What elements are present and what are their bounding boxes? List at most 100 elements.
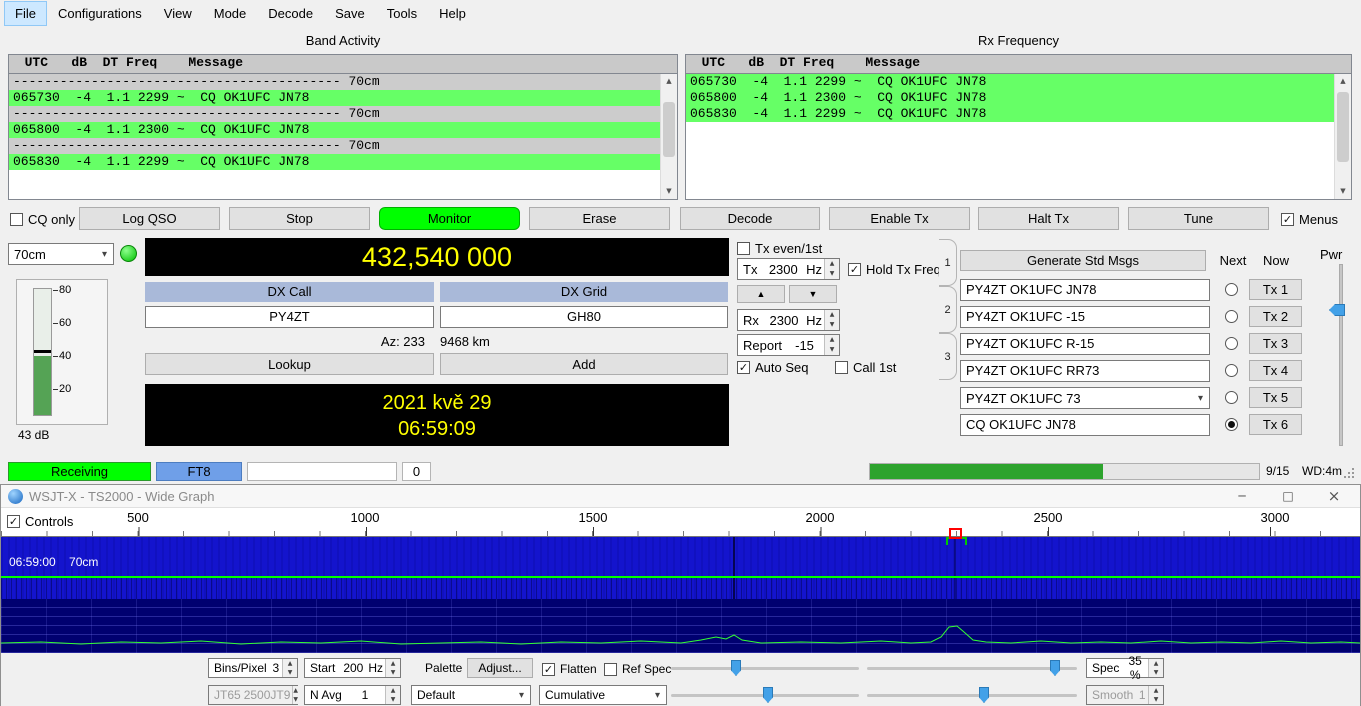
- spin-up-icon[interactable]: ▲: [386, 659, 400, 668]
- erase-button[interactable]: Erase: [529, 207, 670, 230]
- log-qso-button[interactable]: Log QSO: [79, 207, 220, 230]
- monitor-button[interactable]: Monitor: [379, 207, 520, 230]
- lookup-button[interactable]: Lookup: [145, 353, 434, 375]
- spin-up-icon[interactable]: ▲: [386, 686, 400, 695]
- flatten-checkbox[interactable]: ✓ Flatten: [542, 661, 597, 677]
- tx3-button[interactable]: Tx 3: [1249, 333, 1302, 354]
- scroll-down-icon[interactable]: ▼: [1335, 184, 1351, 199]
- slider-handle[interactable]: [763, 687, 773, 703]
- tx3-radio[interactable]: [1225, 337, 1238, 350]
- decode-button[interactable]: Decode: [680, 207, 820, 230]
- display-mode-select[interactable]: Cumulative ▾: [539, 685, 667, 705]
- freq-down-button[interactable]: ▼: [789, 285, 837, 303]
- close-icon[interactable]: ×: [1312, 485, 1356, 507]
- adjust-button[interactable]: Adjust...: [467, 658, 533, 678]
- spec-spinner[interactable]: Spec 35 % ▲ ▼: [1086, 658, 1164, 678]
- spec-zero-slider[interactable]: [867, 694, 1077, 697]
- tx2-message-input[interactable]: PY4ZT OK1UFC -15: [960, 306, 1210, 328]
- maximize-icon[interactable]: □: [1266, 485, 1310, 507]
- tx2-radio[interactable]: [1225, 310, 1238, 323]
- palette-select[interactable]: Default ▾: [411, 685, 531, 705]
- freq-up-button[interactable]: ▲: [737, 285, 785, 303]
- tx4-button[interactable]: Tx 4: [1249, 360, 1302, 381]
- hold-tx-freq-checkbox[interactable]: ✓ Hold Tx Freq: [848, 261, 941, 277]
- scroll-up-icon[interactable]: ▲: [1335, 74, 1351, 89]
- spin-down-icon[interactable]: ▼: [825, 269, 839, 279]
- frequency-ruler[interactable]: ✓ Controls 500 1000 1500 2000 2500 3000: [1, 508, 1360, 537]
- resize-grip-icon[interactable]: [1344, 476, 1346, 478]
- gain-slider[interactable]: [671, 667, 859, 670]
- tx-freq-spinner[interactable]: Tx 2300 Hz ▲ ▼: [737, 258, 840, 280]
- menu-tools[interactable]: Tools: [376, 1, 428, 26]
- spin-up-icon[interactable]: ▲: [825, 310, 839, 320]
- bins-pixel-spinner[interactable]: Bins/Pixel 3 ▲ ▼: [208, 658, 298, 678]
- auto-seq-checkbox[interactable]: ✓ Auto Seq: [737, 359, 809, 375]
- tx6-message-input[interactable]: CQ OK1UFC JN78: [960, 414, 1210, 436]
- spin-up-icon[interactable]: ▲: [825, 335, 839, 345]
- spin-up-icon[interactable]: ▲: [1149, 659, 1163, 668]
- menu-configurations[interactable]: Configurations: [47, 1, 153, 26]
- scroll-down-icon[interactable]: ▼: [661, 184, 677, 199]
- scrollbar-thumb[interactable]: [663, 102, 675, 157]
- band-select[interactable]: 70cm ▾: [8, 243, 114, 265]
- slider-handle[interactable]: [731, 660, 741, 676]
- enable-tx-button[interactable]: Enable Tx: [829, 207, 970, 230]
- dx-call-input[interactable]: PY4ZT: [145, 306, 434, 328]
- scrollbar[interactable]: ▲ ▼: [1334, 74, 1351, 199]
- decode-row[interactable]: 065830 -4 1.1 2299 ~ CQ OK1UFC JN78: [9, 154, 677, 170]
- slider-handle[interactable]: [979, 687, 989, 703]
- tx1-message-input[interactable]: PY4ZT OK1UFC JN78: [960, 279, 1210, 301]
- decode-row[interactable]: 065800 -4 1.1 2300 ~ CQ OK1UFC JN78: [9, 122, 677, 138]
- spec-gain-slider[interactable]: [671, 694, 859, 697]
- spin-down-icon[interactable]: ▼: [1149, 668, 1163, 677]
- decode-row[interactable]: 065730 -4 1.1 2299 ~ CQ OK1UFC JN78: [9, 90, 677, 106]
- menu-decode[interactable]: Decode: [257, 1, 324, 26]
- spin-up-icon[interactable]: ▲: [825, 259, 839, 269]
- decode-row[interactable]: 065730 -4 1.1 2299 ~ CQ OK1UFC JN78: [686, 74, 1351, 90]
- slider-handle[interactable]: [1050, 660, 1060, 676]
- wide-graph-titlebar[interactable]: WSJT-X - TS2000 - Wide Graph ─ □ ×: [1, 485, 1360, 508]
- start-freq-spinner[interactable]: Start 200 Hz ▲ ▼: [304, 658, 401, 678]
- add-button[interactable]: Add: [440, 353, 728, 375]
- tab-1[interactable]: 1: [939, 239, 957, 286]
- tx6-button[interactable]: Tx 6: [1249, 414, 1302, 435]
- tx3-message-input[interactable]: PY4ZT OK1UFC R-15: [960, 333, 1210, 355]
- menu-mode[interactable]: Mode: [203, 1, 258, 26]
- minimize-icon[interactable]: ─: [1220, 485, 1264, 507]
- menu-view[interactable]: View: [153, 1, 203, 26]
- tx1-button[interactable]: Tx 1: [1249, 279, 1302, 300]
- dx-grid-input[interactable]: GH80: [440, 306, 728, 328]
- spin-down-icon[interactable]: ▼: [825, 345, 839, 355]
- decode-row[interactable]: 065830 -4 1.1 2299 ~ CQ OK1UFC JN78: [686, 106, 1351, 122]
- spin-down-icon[interactable]: ▼: [283, 668, 297, 677]
- spin-down-icon[interactable]: ▼: [825, 320, 839, 330]
- zero-slider[interactable]: [867, 667, 1077, 670]
- tx4-radio[interactable]: [1225, 364, 1238, 377]
- waterfall[interactable]: 06:59:00 70cm: [1, 537, 1360, 599]
- spin-down-icon[interactable]: ▼: [386, 695, 400, 704]
- tx-frequency-marker[interactable]: [949, 528, 962, 539]
- tx2-button[interactable]: Tx 2: [1249, 306, 1302, 327]
- tx5-radio[interactable]: [1225, 391, 1238, 404]
- pwr-slider[interactable]: [1339, 264, 1343, 446]
- tx6-radio[interactable]: [1225, 418, 1238, 431]
- tab-2[interactable]: 2: [939, 286, 957, 333]
- generate-std-msgs-button[interactable]: Generate Std Msgs: [960, 250, 1206, 271]
- tab-3[interactable]: 3: [939, 333, 957, 380]
- scroll-up-icon[interactable]: ▲: [661, 74, 677, 89]
- menu-help[interactable]: Help: [428, 1, 477, 26]
- report-spinner[interactable]: Report -15 ▲ ▼: [737, 334, 840, 356]
- scrollbar[interactable]: ▲ ▼: [660, 74, 677, 199]
- tune-button[interactable]: Tune: [1128, 207, 1269, 230]
- tx-even-checkbox[interactable]: Tx even/1st: [737, 240, 822, 256]
- spectrum[interactable]: [1, 599, 1360, 653]
- tx4-message-input[interactable]: PY4ZT OK1UFC RR73: [960, 360, 1210, 382]
- spin-down-icon[interactable]: ▼: [386, 668, 400, 677]
- menu-save[interactable]: Save: [324, 1, 376, 26]
- pwr-slider-handle[interactable]: [1329, 304, 1345, 316]
- spin-up-icon[interactable]: ▲: [283, 659, 297, 668]
- menu-file[interactable]: File: [4, 1, 47, 26]
- ref-spec-checkbox[interactable]: Ref Spec: [604, 661, 671, 677]
- tx1-radio[interactable]: [1225, 283, 1238, 296]
- menus-checkbox[interactable]: ✓ Menus: [1281, 211, 1338, 227]
